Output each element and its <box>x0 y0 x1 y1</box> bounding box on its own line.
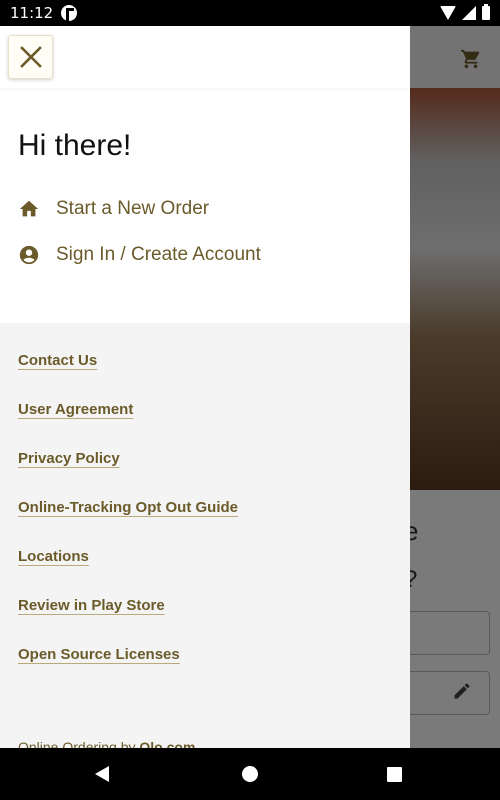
home-icon <box>18 198 40 220</box>
back-icon[interactable] <box>95 766 109 782</box>
greeting-title: Hi there! <box>18 129 132 162</box>
drawer-links: Contact Us User Agreement Privacy Policy… <box>18 352 238 695</box>
contact-us-link[interactable]: Contact Us <box>18 352 238 401</box>
opt-out-guide-link[interactable]: Online-Tracking Opt Out Guide <box>18 499 238 548</box>
app-notification-icon <box>61 5 78 21</box>
open-source-licenses-link[interactable]: Open Source Licenses <box>18 646 238 695</box>
close-drawer-button[interactable] <box>8 35 53 79</box>
powered-by-footer: Online Ordering by Olo.com <box>18 739 195 748</box>
recents-icon[interactable] <box>387 767 402 782</box>
close-icon <box>19 46 42 68</box>
sign-in-item[interactable]: Sign In / Create Account <box>18 244 261 266</box>
status-icons <box>440 4 490 20</box>
cell-signal-icon <box>462 6 476 20</box>
wifi-icon <box>440 6 456 20</box>
locations-link[interactable]: Locations <box>18 548 238 597</box>
home-button-icon[interactable] <box>242 766 258 782</box>
sign-in-label: Sign In / Create Account <box>56 244 261 265</box>
review-play-store-link[interactable]: Review in Play Store <box>18 597 238 646</box>
system-nav-bar <box>0 748 500 800</box>
navigation-drawer: Hi there! Start a New Order Sign In / Cr… <box>0 26 410 748</box>
drawer-header-section: Hi there! Start a New Order Sign In / Cr… <box>0 26 410 323</box>
start-new-order-item[interactable]: Start a New Order <box>18 198 209 220</box>
olo-link[interactable]: Olo.com <box>139 739 195 748</box>
account-circle-icon <box>18 244 40 266</box>
status-time: 11:12 <box>10 4 54 22</box>
start-new-order-label: Start a New Order <box>56 198 210 219</box>
user-agreement-link[interactable]: User Agreement <box>18 401 238 450</box>
powered-by-text: Online Ordering by <box>18 739 140 748</box>
drawer-toolbar <box>0 26 410 88</box>
battery-icon <box>482 4 490 20</box>
status-bar: 11:12 <box>0 0 500 26</box>
privacy-policy-link[interactable]: Privacy Policy <box>18 450 238 499</box>
